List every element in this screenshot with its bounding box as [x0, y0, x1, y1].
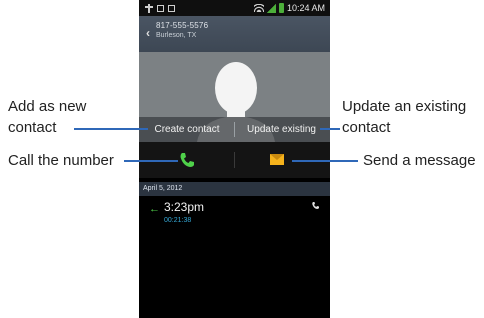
notification-icon — [157, 4, 164, 12]
battery-icon — [278, 3, 284, 13]
update-existing-button[interactable]: Update existing — [235, 117, 328, 142]
call-icon[interactable] — [178, 151, 196, 169]
callout-update-existing: Update an existing contact — [342, 96, 466, 138]
callout-line-create — [74, 128, 148, 130]
call-time: 3:23pm — [164, 200, 205, 214]
location: Burleson, TX — [156, 32, 197, 39]
create-contact-button[interactable]: Create contact — [141, 117, 233, 142]
callout-text: Add as new — [8, 98, 87, 115]
callout-line-update — [320, 128, 340, 130]
divider — [234, 152, 235, 168]
message-icon[interactable] — [270, 154, 284, 165]
back-icon[interactable]: ‹ — [142, 26, 154, 40]
callout-line-call — [124, 160, 178, 162]
wifi-icon — [253, 4, 264, 12]
call-log-date-header: April 5, 2012 — [139, 182, 330, 196]
callout-text: contact — [342, 119, 391, 136]
usb-icon — [145, 3, 153, 13]
callout-send-message: Send a message — [363, 152, 476, 169]
mail-notification-icon — [168, 4, 175, 12]
callout-text: Update an existing — [342, 98, 467, 115]
call-log-entry[interactable]: ← 3:23pm 00:21:38 — [139, 197, 330, 231]
status-bar: 10:24 AM — [139, 0, 330, 16]
phone-screen: 10:24 AM ‹ 817-555-5576 Burleson, TX Cre… — [139, 0, 330, 318]
callout-add-new-contact: Add as new contact — [8, 96, 86, 138]
incoming-call-icon: ← — [149, 203, 160, 215]
contact-action-strip: Create contact Update existing — [139, 117, 330, 142]
phone-icon — [312, 202, 319, 209]
status-time: 10:24 AM — [286, 3, 325, 13]
phone-number: 817-555-5576 — [156, 21, 209, 30]
call-duration: 00:21:38 — [164, 217, 192, 224]
signal-icon — [266, 3, 276, 13]
callout-call-number: Call the number — [8, 152, 114, 169]
callout-line-message — [292, 160, 358, 162]
contact-header: ‹ 817-555-5576 Burleson, TX — [139, 16, 330, 52]
